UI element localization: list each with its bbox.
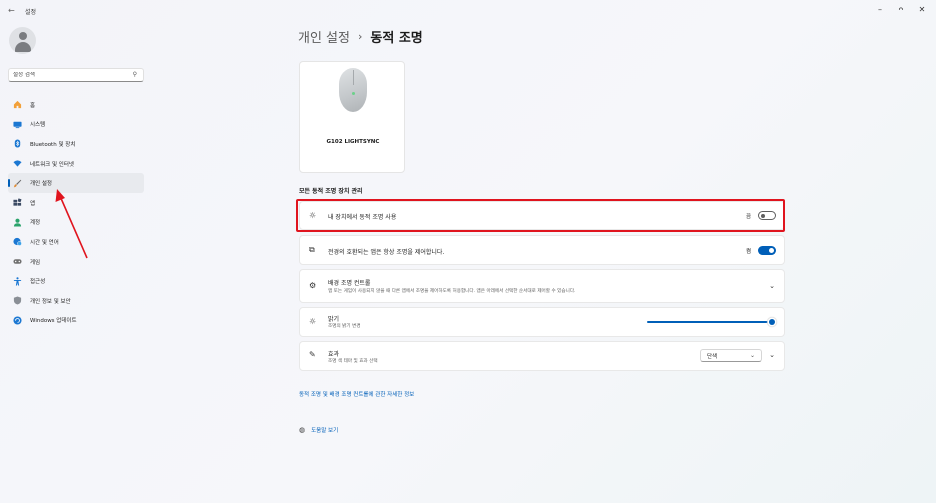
- bluetooth-icon: [12, 139, 22, 149]
- chevron-down-icon: ⌄: [749, 352, 755, 359]
- app-title: 설정: [25, 9, 37, 16]
- sidebar-nav: 홈 시스템 Bluetooth 및 장치 네트워크 및 인터넷 개인 설정 앱: [8, 95, 144, 330]
- use-dynamic-lighting-toggle[interactable]: [758, 211, 776, 220]
- sidebar-item-label: 개인 설정: [30, 181, 52, 188]
- use-dynamic-lighting-card: ☼ 내 장치에서 동적 조명 사용 끔: [299, 201, 785, 230]
- sidebar-item-label: 앱: [30, 200, 36, 207]
- sidebar-item-bluetooth[interactable]: Bluetooth 및 장치: [8, 134, 144, 154]
- breadcrumb: 개인 설정 › 동적 조명: [298, 27, 423, 46]
- toggle-group: 끔: [746, 211, 776, 220]
- sidebar-item-accounts[interactable]: 계정: [8, 213, 144, 233]
- accessibility-icon: [12, 276, 22, 286]
- help-link-label: 도움말 보기: [311, 428, 339, 434]
- mouse-button-split: [352, 70, 354, 85]
- page-title: 동적 조명: [370, 31, 423, 46]
- setting-subtitle: 조명의 밝기 변경: [328, 324, 361, 329]
- sidebar-item-label: 개인 정보 및 보안: [30, 298, 71, 305]
- effect-select[interactable]: 단색 ⌄: [700, 349, 762, 362]
- avatar-body-shape: [14, 42, 31, 52]
- sidebar-item-label: 계정: [30, 220, 41, 227]
- sidebar-item-gaming[interactable]: 게임: [8, 252, 144, 272]
- breadcrumb-parent[interactable]: 개인 설정: [298, 27, 350, 46]
- effect-select-value: 단색: [707, 353, 718, 360]
- sidebar-item-label: Bluetooth 및 장치: [30, 141, 76, 148]
- home-icon: [12, 100, 22, 110]
- shield-icon: [12, 296, 22, 306]
- search-box[interactable]: ⚲: [8, 68, 144, 82]
- maximize-button[interactable]: ᴖ: [894, 5, 908, 14]
- sidebar-item-label: 네트워크 및 인터넷: [30, 161, 74, 168]
- toggle-knob: [760, 213, 765, 218]
- setting-title: 효과: [328, 351, 340, 358]
- device-name: G102 LIGHTSYNC: [326, 139, 380, 145]
- mouse-image: [339, 68, 367, 112]
- chevron-down-icon[interactable]: ⌄: [769, 282, 775, 290]
- avatar-head-shape: [18, 32, 27, 40]
- minimize-button[interactable]: –: [873, 5, 887, 14]
- toggle-group: 켬: [746, 246, 776, 255]
- breadcrumb-separator: ›: [357, 30, 363, 43]
- sidebar-item-personalization[interactable]: 개인 설정: [8, 173, 144, 193]
- wifi-icon: [12, 159, 22, 169]
- sidebar-item-apps[interactable]: 앱: [8, 193, 144, 213]
- person-icon: [12, 217, 22, 227]
- brightness-slider[interactable]: [647, 317, 775, 326]
- user-avatar[interactable]: [9, 27, 36, 54]
- sidebar-item-label: 접근성: [30, 279, 46, 286]
- sidebar-item-network[interactable]: 네트워크 및 인터넷: [8, 154, 144, 174]
- sidebar-item-home[interactable]: 홈: [8, 95, 144, 115]
- sidebar-item-label: 게임: [30, 259, 41, 266]
- help-chat-icon: ◍: [299, 426, 306, 434]
- apps-icon: [12, 198, 22, 208]
- section-heading: 모든 동적 조명 장치 관리: [299, 188, 363, 195]
- close-button[interactable]: ✕: [915, 5, 929, 14]
- sidebar-item-accessibility[interactable]: 접근성: [8, 271, 144, 291]
- globe-clock-icon: [12, 237, 22, 247]
- sidebar-item-system[interactable]: 시스템: [8, 115, 144, 135]
- setting-title: 배경 조명 컨트롤: [328, 280, 371, 287]
- toggle-state-label: 끔: [745, 213, 751, 220]
- slider-track: [647, 320, 775, 323]
- pen-icon: ✎: [309, 350, 316, 359]
- background-lighting-control-card[interactable]: ⚙ 배경 조명 컨트롤 앱 또는 게임이 사용되지 않을 때 다른 앱에서 조명…: [299, 269, 785, 303]
- setting-subtitle: 앱 또는 게임이 사용되지 않을 때 다른 앱에서 조명을 제어하도록 허용합니…: [328, 289, 576, 294]
- slider-thumb[interactable]: [769, 318, 775, 325]
- sidebar-item-label: 시스템: [30, 122, 46, 129]
- sidebar-item-windows-update[interactable]: Windows 업데이트: [8, 311, 144, 331]
- search-input[interactable]: [13, 72, 123, 78]
- help-link[interactable]: ◍ 도움말 보기: [299, 426, 338, 434]
- brightness-icon: ☼: [309, 317, 317, 326]
- search-icon: ⚲: [132, 71, 137, 78]
- compatible-apps-card: ⧉ 전경의 호환되는 앱은 항상 조명을 제어합니다. 켬: [299, 235, 785, 265]
- mouse-led: [351, 92, 355, 95]
- chevron-down-icon[interactable]: ⌄: [769, 351, 775, 359]
- toggle-state-label: 켬: [745, 248, 751, 255]
- setting-subtitle: 조명 색 테마 및 효과 선택: [328, 359, 378, 364]
- compatible-apps-toggle[interactable]: [758, 246, 776, 255]
- setting-title: 내 장치에서 동적 조명 사용: [328, 214, 397, 221]
- more-info-link[interactable]: 동적 조명 및 배경 조명 컨트롤에 관한 자세한 정보: [299, 390, 414, 398]
- device-card[interactable]: G102 LIGHTSYNC: [299, 61, 405, 173]
- sidebar-item-label: Windows 업데이트: [30, 318, 77, 325]
- gamepad-icon: [12, 257, 22, 267]
- monitor-icon: [12, 119, 22, 129]
- sidebar-item-time-language[interactable]: 시간 및 언어: [8, 232, 144, 252]
- brush-icon: [12, 178, 22, 188]
- back-arrow-icon[interactable]: ←: [8, 6, 15, 15]
- update-icon: [12, 315, 22, 325]
- sidebar-item-privacy[interactable]: 개인 정보 및 보안: [8, 291, 144, 311]
- gear-icon: ⚙: [309, 281, 317, 290]
- sidebar-item-label: 홈: [30, 102, 36, 109]
- toggle-knob: [769, 248, 774, 253]
- title-bar: ← 설정 – ᴖ ✕: [0, 0, 936, 22]
- setting-title: 전경의 호환되는 앱은 항상 조명을 제어합니다.: [328, 249, 445, 256]
- brightness-icon: ☼: [309, 211, 317, 220]
- app-windows-icon: ⧉: [309, 245, 315, 254]
- setting-title: 밝기: [328, 316, 340, 323]
- sidebar-item-label: 시간 및 언어: [30, 239, 59, 246]
